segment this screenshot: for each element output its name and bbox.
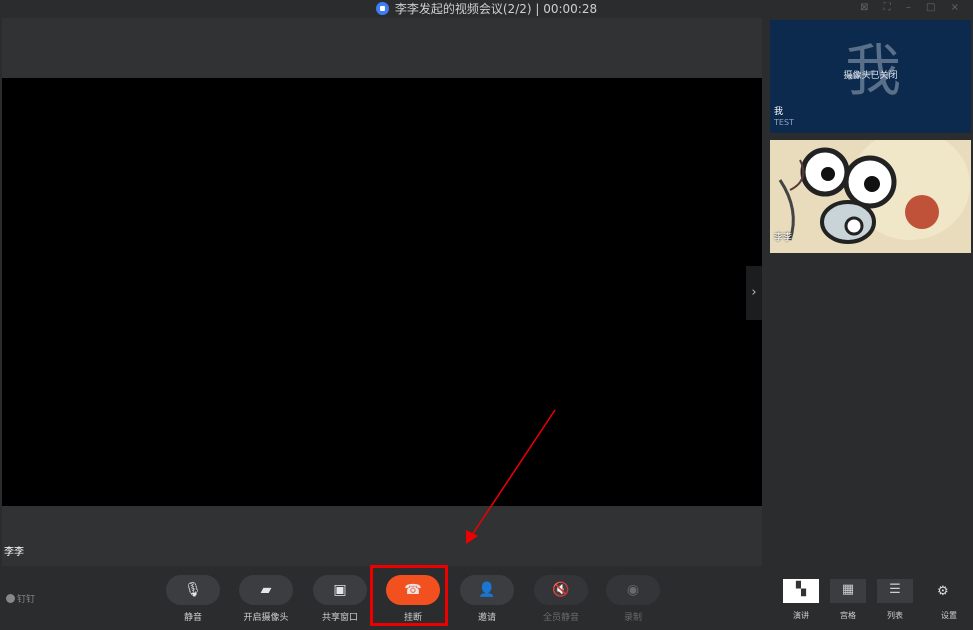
speaker-layout-icon: ▚	[796, 582, 806, 597]
participant-subtitle: TEST	[774, 118, 794, 127]
participant-tile-me[interactable]: 我 摄像头已关闭 我 TEST	[770, 20, 971, 133]
share-screen-icon: ▣	[333, 582, 347, 598]
grid-layout-icon: ▦	[841, 582, 855, 597]
participant-video-image	[770, 140, 971, 253]
layout-button-0[interactable]: ▚	[783, 579, 819, 603]
layout-button-2[interactable]: ☰	[877, 579, 913, 603]
hangup-highlight-box	[370, 565, 448, 626]
share-button[interactable]: ▣	[313, 575, 367, 605]
mute-all-button[interactable]: 🔇	[534, 575, 588, 605]
record-button[interactable]: ◉	[606, 575, 660, 605]
camera-off-icon: ▰	[260, 582, 272, 598]
invite-label: 邀请	[477, 613, 496, 623]
mute-all-label: 全员静音	[542, 613, 579, 623]
main-speaker-name: 李李	[4, 547, 24, 558]
camera-label: 开启摄像头	[243, 613, 289, 623]
list-layout-icon: ☰	[889, 582, 901, 597]
layout-button-1[interactable]: ▦	[830, 579, 866, 603]
expand-sidebar-button[interactable]: ›	[746, 266, 762, 320]
gear-icon[interactable]: ⚙	[937, 584, 949, 599]
add-person-icon: 👤	[478, 582, 496, 598]
main-video-feed	[2, 78, 762, 506]
window-title-text: 李李发起的视频会议(2/2) | 00:00:28	[394, 2, 598, 16]
participant-tile-lili[interactable]: 李李	[770, 140, 971, 253]
record-icon: ◉	[626, 582, 640, 598]
main-video-area	[2, 18, 762, 566]
mic-icon: 🎙	[184, 582, 202, 598]
invite-button[interactable]: 👤	[460, 575, 514, 605]
participant-name: 李李	[774, 233, 793, 243]
share-label: 共享窗口	[321, 613, 358, 623]
participant-name: 我	[774, 107, 784, 117]
camera-button[interactable]: ▰	[239, 575, 293, 605]
lock-icon	[375, 2, 389, 15]
mute-label: 静音	[183, 613, 202, 623]
layout-label: 演讲	[793, 611, 809, 620]
mute-button[interactable]: 🎙	[166, 575, 220, 605]
dingtalk-icon	[6, 594, 15, 603]
settings-label: 设置	[941, 611, 957, 620]
mute-all-icon: 🔇	[552, 582, 570, 598]
layout-label: 宫格	[840, 611, 856, 620]
record-label: 录制	[623, 613, 642, 623]
avatar: 我	[845, 39, 901, 104]
title-bar: 李李发起的视频会议(2/2) | 00:00:28 ⊠ ⛶ – □ ×	[0, 0, 973, 18]
camera-off-status: 摄像头已关闭	[843, 71, 898, 81]
brand-name: 钉钉	[17, 595, 36, 605]
layout-label: 列表	[887, 611, 903, 620]
brand-logo: 钉钉	[6, 592, 35, 605]
window-title: 李李发起的视频会议(2/2) | 00:00:28	[0, 1, 973, 17]
window-controls[interactable]: ⊠ ⛶ – □ ×	[860, 2, 965, 13]
